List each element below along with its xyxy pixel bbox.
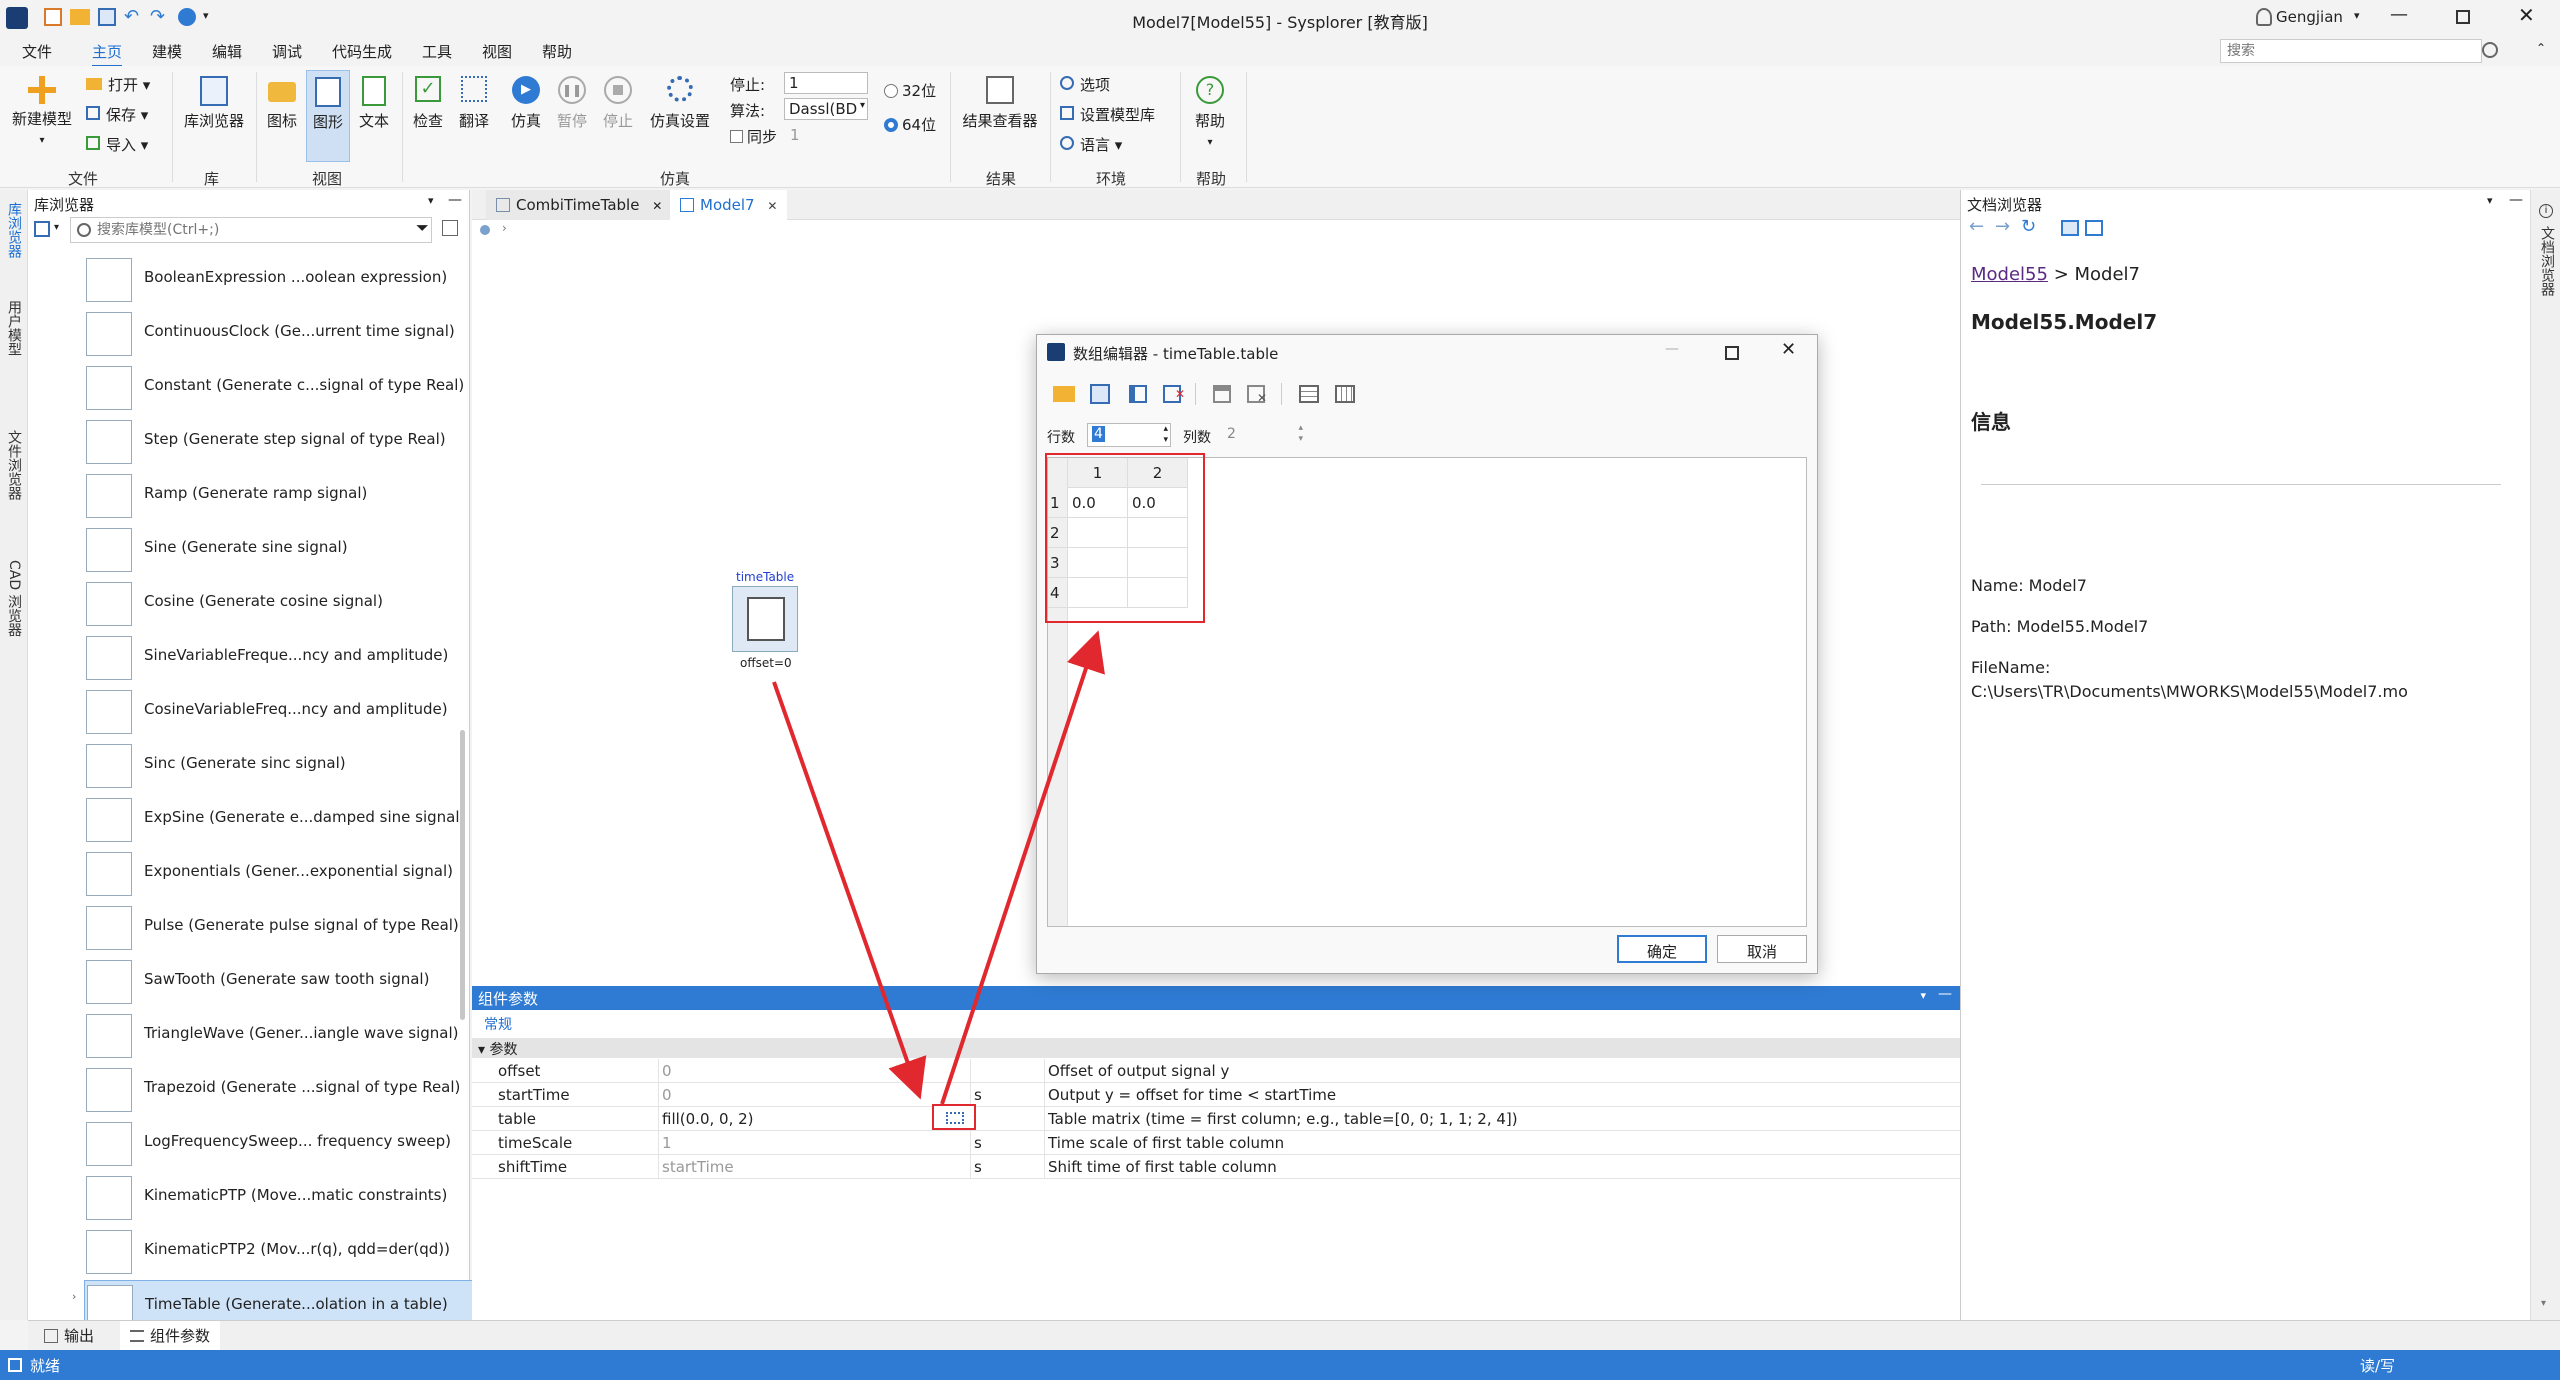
arrow-to-editor-button — [772, 681, 927, 1100]
annotation-arrows — [772, 630, 1105, 1105]
arrow-to-grid — [940, 630, 1105, 1105]
